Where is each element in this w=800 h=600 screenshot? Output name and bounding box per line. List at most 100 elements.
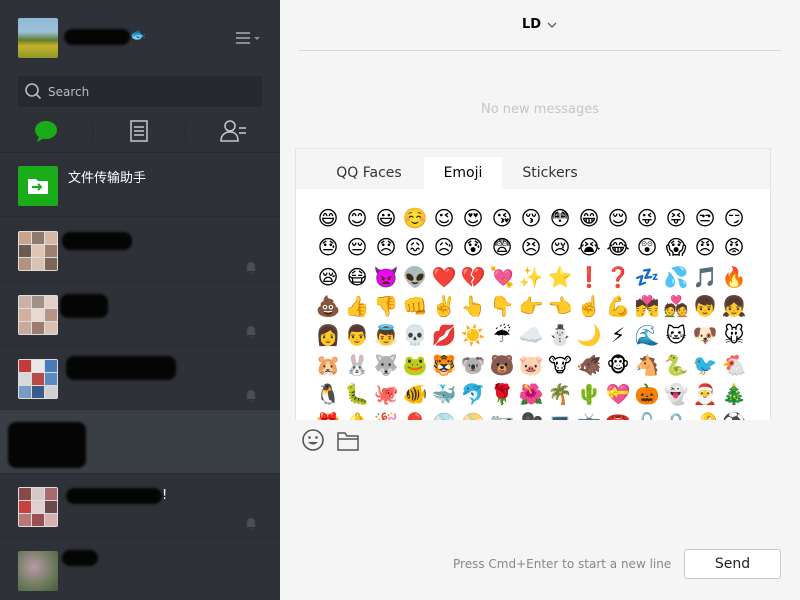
emoji-cell[interactable]: 💿 [430, 409, 458, 420]
emoji-cell[interactable]: 💩 [314, 292, 342, 320]
emoji-cell[interactable]: 🎥 [517, 409, 545, 420]
emoji-cell[interactable]: 🌺 [517, 380, 545, 408]
emoji-cell[interactable]: ☀️ [459, 321, 487, 349]
emoji-cell[interactable]: 🐔 [720, 351, 748, 379]
emoji-cell[interactable]: ✌️ [430, 292, 458, 320]
emoji-cell[interactable]: 😳 [546, 204, 574, 232]
profile-avatar[interactable] [18, 18, 58, 58]
chat-title[interactable]: LD [522, 17, 541, 32]
emoji-cell[interactable]: 💋 [430, 321, 458, 349]
emoji-cell[interactable]: ❤️ [430, 263, 458, 291]
emoji-cell[interactable]: 🎁 [314, 409, 342, 420]
emoji-cell[interactable]: 👧 [720, 292, 748, 320]
emoji-cell[interactable]: 👨 [343, 321, 371, 349]
emoji-cell[interactable]: 🐴 [633, 351, 661, 379]
emoji-cell[interactable]: 🐬 [459, 380, 487, 408]
emoji-cell[interactable]: 💻 [546, 409, 574, 420]
emoji-cell[interactable]: 💦 [662, 263, 690, 291]
emoji-cell[interactable]: 👼 [372, 321, 400, 349]
emoji-cell[interactable]: 😝 [662, 204, 690, 232]
emoji-cell[interactable]: 💔 [459, 263, 487, 291]
emoji-cell[interactable]: 👇 [488, 292, 516, 320]
emoji-cell[interactable]: 😪 [314, 263, 342, 291]
emoji-cell[interactable]: 😢 [546, 233, 574, 261]
emoji-cell[interactable]: 🐺 [372, 351, 400, 379]
emoji-cell[interactable]: 🐱 [662, 321, 690, 349]
emoji-cell[interactable]: 😭 [575, 233, 603, 261]
emoji-cell[interactable]: ⚽ [720, 409, 748, 420]
emoji-cell[interactable]: ⛄ [546, 321, 574, 349]
emoji-cell[interactable]: 😓 [314, 233, 342, 261]
emoji-cell[interactable]: 🎉 [372, 409, 400, 420]
emoji-cell[interactable]: ☝️ [575, 292, 603, 320]
emoji-cell[interactable]: ❓ [604, 263, 632, 291]
emoji-cell[interactable]: 🔥 [720, 263, 748, 291]
emoji-cell[interactable]: 😔 [343, 233, 371, 261]
emoji-cell[interactable]: ☎️ [604, 409, 632, 420]
emoji-cell[interactable]: 😊 [343, 204, 371, 232]
search-input[interactable] [48, 81, 248, 102]
conversation-row[interactable] [0, 218, 280, 282]
emoji-cell[interactable]: 📀 [459, 409, 487, 420]
emoji-cell[interactable]: 🌊 [633, 321, 661, 349]
emoji-cell[interactable]: 😄 [314, 204, 342, 232]
emoji-cell[interactable]: 🐠 [401, 380, 429, 408]
emoji-cell[interactable]: 🐸 [401, 351, 429, 379]
conversation-row[interactable] [0, 346, 280, 410]
tab-qq-faces[interactable]: QQ Faces [318, 157, 420, 189]
smiley-icon[interactable] [301, 428, 325, 452]
emoji-cell[interactable]: 📺 [575, 409, 603, 420]
emoji-cell[interactable]: ☔ [488, 321, 516, 349]
emoji-cell[interactable]: 😠 [691, 233, 719, 261]
emoji-cell[interactable]: 🐦 [691, 351, 719, 379]
emoji-cell[interactable]: 🎈 [401, 409, 429, 420]
emoji-cell[interactable]: 😣 [517, 233, 545, 261]
emoji-cell[interactable]: 🐰 [343, 351, 371, 379]
emoji-cell[interactable]: 🎄 [720, 380, 748, 408]
emoji-cell[interactable]: 😘 [488, 204, 516, 232]
emoji-cell[interactable]: 🎅 [691, 380, 719, 408]
emoji-cell[interactable]: ☺️ [401, 204, 429, 232]
emoji-cell[interactable]: 😏 [720, 204, 748, 232]
folder-icon[interactable] [336, 430, 360, 452]
emoji-cell[interactable]: 😚 [517, 204, 545, 232]
contacts-list-icon[interactable] [124, 118, 154, 144]
emoji-cell[interactable]: 🐍 [662, 351, 690, 379]
emoji-cell[interactable]: 😁 [575, 204, 603, 232]
emoji-cell[interactable]: 😍 [459, 204, 487, 232]
emoji-cell[interactable]: 😞 [372, 233, 400, 261]
conversation-row[interactable] [0, 282, 280, 346]
emoji-cell[interactable]: 🐭 [720, 321, 748, 349]
emoji-cell[interactable]: 👩 [314, 321, 342, 349]
emoji-cell[interactable]: 📷 [488, 409, 516, 420]
emoji-cell[interactable]: 😡 [720, 233, 748, 261]
emoji-cell[interactable]: 😉 [430, 204, 458, 232]
emoji-cell[interactable]: 🌙 [575, 321, 603, 349]
tab-stickers[interactable]: Stickers [506, 157, 594, 189]
emoji-cell[interactable]: 🐙 [372, 380, 400, 408]
emoji-cell[interactable]: 🐮 [546, 351, 574, 379]
emoji-cell[interactable]: 😲 [633, 233, 661, 261]
emoji-cell[interactable]: 🔓 [633, 409, 661, 420]
conversation-row[interactable]: ! [0, 474, 280, 538]
emoji-cell[interactable]: 👎 [372, 292, 400, 320]
chat-bubble-icon[interactable] [31, 118, 61, 144]
emoji-cell[interactable]: 🐳 [430, 380, 458, 408]
emoji-cell[interactable]: 🐵 [604, 351, 632, 379]
emoji-cell[interactable]: 🐨 [459, 351, 487, 379]
emoji-cell[interactable]: ✨ [517, 263, 545, 291]
emoji-cell[interactable]: ⚡ [604, 321, 632, 349]
add-person-icon[interactable] [218, 118, 248, 144]
emoji-cell[interactable]: 👻 [662, 380, 690, 408]
emoji-cell[interactable]: 💝 [604, 380, 632, 408]
emoji-cell[interactable]: 🐹 [314, 351, 342, 379]
emoji-cell[interactable]: 💀 [401, 321, 429, 349]
emoji-cell[interactable]: 😌 [604, 204, 632, 232]
emoji-cell[interactable]: 🌹 [488, 380, 516, 408]
emoji-cell[interactable]: 🐻 [488, 351, 516, 379]
emoji-cell[interactable]: 🎃 [633, 380, 661, 408]
emoji-cell[interactable]: ☁️ [517, 321, 545, 349]
emoji-cell[interactable]: 👿 [372, 263, 400, 291]
emoji-cell[interactable]: 🐯 [430, 351, 458, 379]
emoji-cell[interactable]: 👈 [546, 292, 574, 320]
